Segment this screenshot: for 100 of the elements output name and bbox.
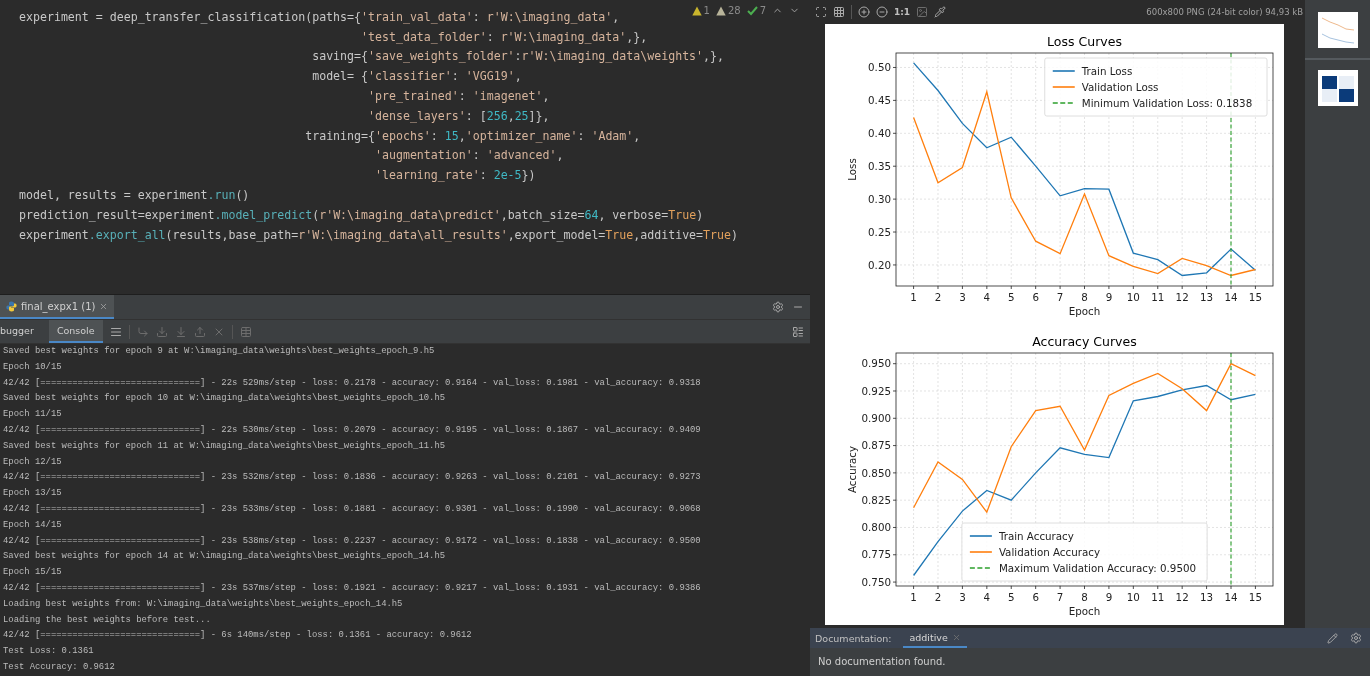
code-line: experiment.export_all(results,base_path=r'W:\imaging_data\all_results',export_model=True,additive=True) [19,227,738,242]
tick-label: 6 [1032,291,1039,303]
console-line: 42/42 [==============================] - 6s 140ms/step - loss: 0.1361 - accuracy: 0.9612 [2,629,473,643]
console-line: 42/42 [==============================] - 23s 533ms/step - loss: 0.1881 - accuracy: 0.9301 - val_loss: 0.1990 - val_accuracy: 0.9068 [2,502,702,516]
zoom-in-icon[interactable] [858,6,870,18]
close-icon[interactable] [99,301,109,311]
tick-label: 0.950 [861,357,891,370]
tick-label: 0.900 [861,412,891,424]
axis-label: Accuracy [846,446,858,493]
console-line: 42/42 [==============================] - 23s 532ms/step - loss: 0.1836 - accuracy: 0.9263 - val_loss: 0.2101 - val_accuracy: 0.9273 [2,471,702,485]
edit-icon[interactable] [1327,632,1338,644]
settings-icon[interactable] [1350,632,1362,644]
tick-label: 5 [1007,291,1015,303]
step-into-icon[interactable] [174,325,187,338]
tick-label: 9 [1105,291,1113,303]
step-over-icon[interactable] [136,325,149,338]
inspection-count: 28 [727,5,741,16]
legend-label: Train Loss [1081,64,1133,77]
chart-title: Accuracy Curves [1032,334,1137,349]
run-tab[interactable]: final_expx1 (1) [0,295,115,319]
code-line: 'augmentation': 'advanced', [375,148,564,163]
tick-label: 14 [1224,291,1238,303]
tick-label: 12 [1175,291,1189,303]
legend-label: Validation Loss [1081,80,1159,93]
tick-label: 0.20 [868,258,891,271]
thumbnail-drawing[interactable] [1317,70,1358,106]
python-icon [6,300,17,312]
tick-label: 0.750 [861,575,891,588]
tick-label: 4 [983,291,991,303]
grid-icon[interactable] [833,6,845,18]
console-line: Epoch 15/15 [2,566,63,580]
list-icon[interactable] [109,325,122,338]
code-line: model, results = experiment.run() [19,188,250,203]
tick-label: 5 [1007,591,1015,603]
tick-label: 0.850 [861,466,891,479]
eyedropper-icon[interactable] [934,6,947,18]
axis-label: Loss [846,158,858,181]
code-line: experiment = deep_transfer_classification(paths={'train_val_data': r'W:\imaging_data', [19,9,620,24]
tick-label: 3 [959,291,966,303]
inspection-count: 1 [703,5,710,16]
tick-label: 1 [910,291,917,303]
thumbnail-drawing[interactable] [1317,12,1358,48]
image-icon[interactable] [916,6,929,18]
chart-title: Loss Curves [1047,34,1122,49]
console-line: Saved best weights for epoch 14 at W:\imaging_data\weights\best_weights_epoch_14.h5 [2,550,447,564]
step-into-icon[interactable] [155,325,168,338]
check-icon [746,5,758,16]
layout-icon[interactable] [792,325,804,338]
tick-label: 12 [1175,591,1189,603]
tick-label: 2 [934,291,942,303]
console-line: Epoch 10/15 [2,360,63,374]
warning-icon [691,5,702,16]
tick-label: 0.775 [861,548,891,561]
tick-label: 0.925 [861,384,891,397]
legend-label: Minimum Validation Loss: 0.1838 [1081,96,1253,109]
actual-size-button[interactable]: 1:1 [894,7,911,17]
tick-label: 3 [959,591,966,603]
tick-label: 11 [1151,291,1165,303]
axis-label: Epoch [1068,605,1101,617]
legend-label: Train Accuracy [998,529,1074,542]
legend-label: Validation Accuracy [998,545,1100,558]
zoom-out-icon[interactable] [876,6,888,18]
legend-label: Maximum Validation Accuracy: 0.9500 [998,561,1197,574]
console-line: Saved best weights for epoch 9 at W:\imaging_data\weights\best_weights_epoch_9.h5 [2,345,436,358]
code-line: 'pre_trained': 'imagenet', [368,89,550,104]
documentation-message: No documentation found. [818,656,946,667]
tick-label: 7 [1056,591,1064,603]
table-icon[interactable] [239,325,252,338]
tick-label: 15 [1248,291,1262,303]
console-line: 42/42 [==============================] - 23s 538ms/step - loss: 0.2237 - accuracy: 0.9172 - val_loss: 0.1838 - val_accuracy: 0.9500 [2,534,702,548]
code-line: prediction_result=experiment.model_predict(r'W:\imaging_data\predict',batch_size=64, verbose=True) [19,207,704,222]
close-icon[interactable] [951,632,961,642]
tick-label: 2 [934,591,942,603]
inspection-count: 7 [759,5,766,16]
fit-icon[interactable] [815,6,827,18]
step-out-icon[interactable] [193,325,206,338]
panel-tab[interactable]: Console [48,320,103,343]
console-line: Epoch 13/15 [2,487,63,501]
tick-label: 10 [1126,291,1140,303]
console-line: Loading the best weights before test... [2,613,212,627]
image-info: 600x800 PNG (24-bit color) 94,93 kB [1146,7,1304,17]
code-line: 'dense_layers': [256,25]}, [368,108,550,123]
tick-label: 0.50 [868,61,891,74]
code-line: training={'epochs': 15,'optimizer_name': 'Adam', [305,128,641,143]
warning-icon [715,5,726,16]
tick-label: 13 [1200,291,1214,303]
console-line: Loading best weights from: W:\imaging_data\weights\best_weights_epoch_14.h5 [2,597,404,611]
tick-label: 11 [1151,591,1165,603]
settings-icon[interactable] [772,301,784,313]
panel-tab[interactable]: bugger [0,320,42,343]
console-line: Epoch 12/15 [2,455,63,469]
tick-label: 8 [1081,591,1088,603]
tick-label: 0.25 [868,225,891,238]
tick-label: 10 [1126,591,1140,603]
tick-label: 8 [1081,291,1088,303]
tick-label: 0.30 [868,192,891,205]
tick-label: 1 [910,591,917,603]
code-line: saving={'save_weights_folder':r'W:\imaging_data\weights',}, [312,49,725,64]
console-line: Saved best weights for epoch 10 at W:\imaging_data\weights\best_weights_epoch_10.h5 [2,392,447,406]
tick-label: 0.875 [861,439,891,452]
